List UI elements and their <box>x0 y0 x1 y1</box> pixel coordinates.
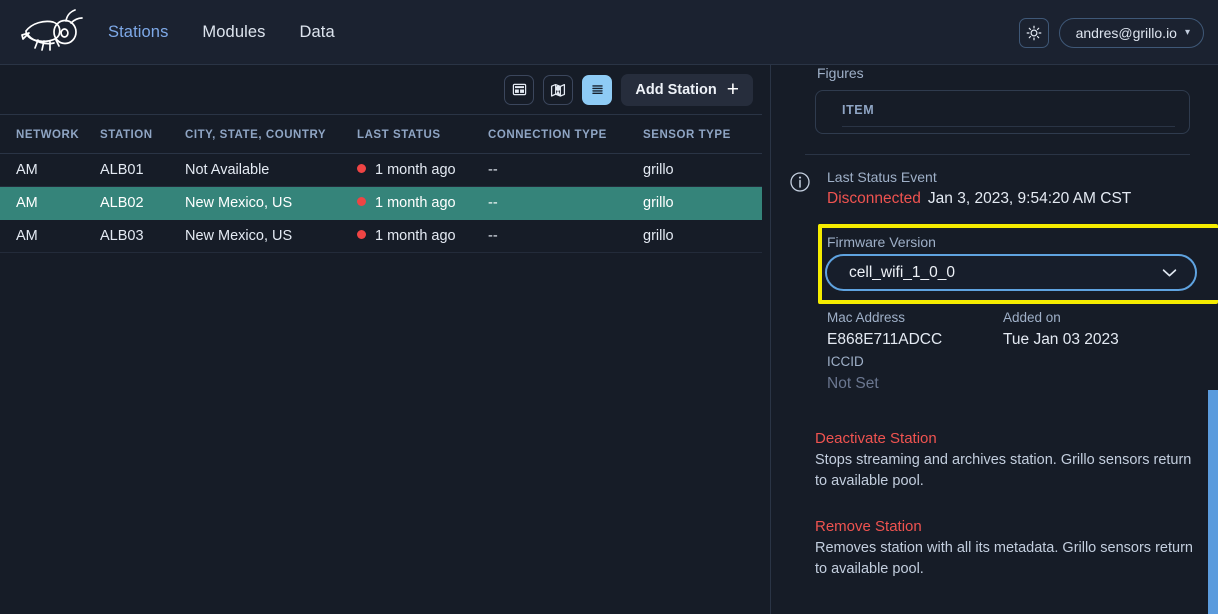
deactivate-station-link[interactable]: Deactivate Station <box>815 430 1205 447</box>
user-email-label: andres@grillo.io <box>1075 24 1177 41</box>
scrollbar-thumb[interactable] <box>1208 390 1218 614</box>
last-status-text: 1 month ago <box>375 162 456 178</box>
primary-nav-links: Stations Modules Data <box>106 19 337 46</box>
sun-icon <box>1026 25 1041 40</box>
column-header-city[interactable]: CITY, STATE, COUNTRY <box>185 115 357 154</box>
deactivate-station-description: Stops streaming and archives station. Gr… <box>815 452 1192 489</box>
user-account-button[interactable]: andres@grillo.io ▾ <box>1058 17 1204 48</box>
list-lines-icon <box>592 85 603 95</box>
cell-connection-type: -- <box>488 186 643 220</box>
cell-city: New Mexico, US <box>185 186 357 220</box>
cell-last-status: 1 month ago <box>357 186 488 220</box>
cell-network: AM <box>0 219 100 253</box>
column-header-last-status[interactable]: LAST STATUS <box>357 115 488 154</box>
status-timestamp: Jan 3, 2023, 9:54:20 AM CST <box>927 190 1132 207</box>
cell-sensor-type: grillo <box>643 186 762 220</box>
app-root: Stations Modules Data andres@grillo.io ▾… <box>0 0 1218 614</box>
station-metadata: Mac Address Added on E868E711ADCC Tue Ja… <box>827 307 1207 395</box>
table-row[interactable]: AM ALB01 Not Available 1 month ago -- gr… <box>0 153 762 187</box>
last-status-text: 1 month ago <box>375 228 456 244</box>
nav-link-modules[interactable]: Modules <box>200 19 267 46</box>
firmware-version-label: Firmware Version <box>827 234 936 250</box>
nav-link-data[interactable]: Data <box>298 19 337 46</box>
plus-icon: + <box>726 78 739 101</box>
view-mode-cards-button[interactable] <box>504 74 535 105</box>
status-dot-icon <box>357 230 366 239</box>
table-header-row: NETWORK STATION CITY, STATE, COUNTRY LAS… <box>0 115 762 154</box>
status-dot-icon <box>357 164 366 173</box>
firmware-version-value: cell_wifi_1_0_0 <box>849 263 955 281</box>
column-header-connection-type[interactable]: CONNECTION TYPE <box>488 115 643 154</box>
metadata-row-labels: Mac Address Added on <box>827 307 1207 328</box>
cell-city: Not Available <box>185 153 357 187</box>
figures-column-header-item: ITEM <box>842 103 1175 127</box>
status-dot-icon <box>357 197 366 206</box>
view-mode-list-button[interactable] <box>582 74 613 105</box>
chevron-down-icon: ▾ <box>1184 26 1190 38</box>
iccid-value: Not Set <box>827 375 879 392</box>
column-header-station[interactable]: STATION <box>100 115 185 154</box>
remove-station-description: Removes station with all its metadata. G… <box>815 540 1193 577</box>
top-navigation-bar: Stations Modules Data andres@grillo.io ▾ <box>0 0 1218 65</box>
cell-station: ALB01 <box>100 153 185 187</box>
cell-last-status: 1 month ago <box>357 153 488 187</box>
panel-scrollbar[interactable] <box>1208 65 1218 614</box>
info-circle-icon <box>790 172 810 192</box>
station-details-panel: Figures ITEM Last Status Event Disconnec… <box>771 65 1218 614</box>
section-divider <box>805 154 1190 155</box>
cell-sensor-type: grillo <box>643 153 762 187</box>
remove-station-action: Remove Station Removes station with all … <box>815 518 1205 580</box>
cricket-logo[interactable] <box>18 9 84 55</box>
cell-sensor-type: grillo <box>643 219 762 253</box>
map-pin-icon <box>551 83 566 97</box>
iccid-label: ICCID <box>827 354 864 369</box>
last-status-text: 1 month ago <box>375 195 456 211</box>
table-row[interactable]: AM ALB02 New Mexico, US 1 month ago -- g… <box>0 186 762 220</box>
add-station-label: Add Station <box>635 81 717 98</box>
cell-network: AM <box>0 186 100 220</box>
deactivate-station-action: Deactivate Station Stops streaming and a… <box>815 430 1205 492</box>
nav-link-stations[interactable]: Stations <box>106 19 170 46</box>
figures-table[interactable]: ITEM <box>815 90 1190 134</box>
metadata-row-values: E868E711ADCC Tue Jan 03 2023 <box>827 328 1207 351</box>
added-on-label: Added on <box>1003 310 1061 325</box>
theme-toggle-button[interactable] <box>1018 17 1049 48</box>
stations-list-pane: Add Station + NETWORK STATION CITY, STAT… <box>0 65 762 614</box>
figures-section-label: Figures <box>817 65 864 81</box>
last-status-event-label: Last Status Event <box>827 169 937 185</box>
firmware-version-select[interactable]: cell_wifi_1_0_0 <box>825 254 1197 291</box>
cell-connection-type: -- <box>488 153 643 187</box>
remove-station-link[interactable]: Remove Station <box>815 518 1205 535</box>
cell-last-status: 1 month ago <box>357 219 488 253</box>
column-header-sensor-type[interactable]: SENSOR TYPE <box>643 115 762 154</box>
status-badge: Disconnected <box>827 190 921 207</box>
stations-table-body: AM ALB01 Not Available 1 month ago -- gr… <box>0 153 762 253</box>
mac-address-label: Mac Address <box>827 310 906 325</box>
stations-toolbar: Add Station + <box>0 65 762 115</box>
last-status-event-value: Disconnected Jan 3, 2023, 9:54:20 AM CST <box>827 190 1131 208</box>
added-on-value: Tue Jan 03 2023 <box>1003 331 1119 348</box>
column-header-network[interactable]: NETWORK <box>0 115 100 154</box>
mac-address-value: E868E711ADCC <box>827 331 943 348</box>
stations-table-head: NETWORK STATION CITY, STATE, COUNTRY LAS… <box>0 115 762 154</box>
table-row[interactable]: AM ALB03 New Mexico, US 1 month ago -- g… <box>0 219 762 253</box>
cell-connection-type: -- <box>488 219 643 253</box>
cell-station: ALB02 <box>100 186 185 220</box>
stations-table: NETWORK STATION CITY, STATE, COUNTRY LAS… <box>0 115 762 253</box>
top-right-controls: andres@grillo.io ▾ <box>1018 0 1204 65</box>
cell-network: AM <box>0 153 100 187</box>
chevron-down-icon <box>1162 268 1177 276</box>
cell-city: New Mexico, US <box>185 219 357 253</box>
layout-cards-icon <box>512 83 527 96</box>
view-mode-map-button[interactable] <box>543 74 574 105</box>
add-station-button[interactable]: Add Station + <box>621 73 753 106</box>
cell-station: ALB03 <box>100 219 185 253</box>
